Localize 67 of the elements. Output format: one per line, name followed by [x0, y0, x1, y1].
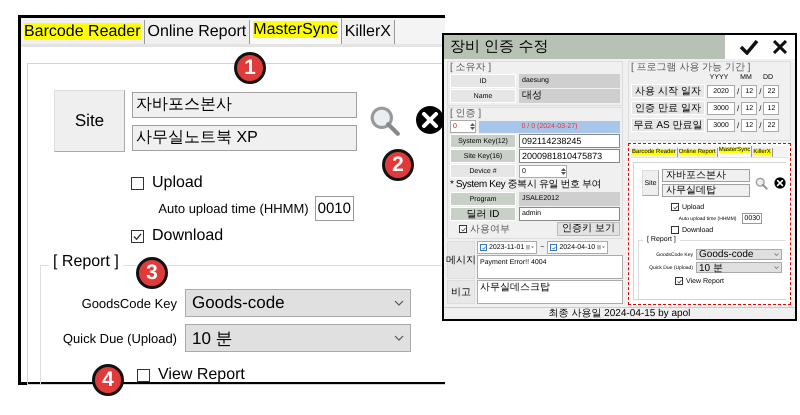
in-use-label: 사용여부 [470, 224, 510, 234]
goodscode-key-dropdown[interactable]: Goods-code [696, 249, 782, 260]
checkbox[interactable] [675, 277, 683, 285]
tab[interactable]: Barcode Reader [21, 20, 145, 44]
chevron-icon [774, 253, 779, 256]
date-checkbox[interactable] [550, 244, 558, 251]
goodscode-key-dropdown[interactable]: Goods-code [185, 289, 411, 317]
date-separator: / [737, 104, 740, 112]
callout-badge: 4 [92, 364, 124, 396]
tab[interactable]: MasterSync [250, 18, 342, 44]
tab[interactable]: KillerX [342, 20, 395, 44]
period-section-title: [ 프로그램 사용 가능 기간 ] [631, 62, 752, 73]
download-label: Download [152, 227, 224, 245]
calendar-dropdown-icon[interactable] [526, 245, 534, 250]
checkbox[interactable] [137, 368, 150, 382]
clear-icon[interactable] [415, 105, 445, 135]
site-name-field[interactable]: 자바포스본사 [132, 92, 357, 118]
date-separator: / [759, 104, 762, 112]
checkbox[interactable] [459, 225, 467, 233]
view-report-label: View Report [158, 366, 245, 384]
site-name-field[interactable]: 자바포스본사 [662, 169, 750, 182]
quick-due-dropdown[interactable]: 10 분 [185, 324, 411, 352]
chevron-icon [394, 335, 404, 341]
checkbox[interactable] [671, 226, 679, 234]
device-name-field[interactable]: 사무실데탑 [662, 184, 750, 197]
search-icon[interactable] [369, 105, 401, 137]
date-checkbox[interactable] [480, 244, 487, 251]
last-used-footer: 최종 사용일 2024-04-15 by apol [444, 307, 795, 319]
key-field[interactable]: 2000981810475873 [519, 149, 620, 163]
period-label: 무료 AS 만료일 [631, 118, 705, 132]
upload-label: Upload [152, 174, 203, 192]
chevron-icon [774, 266, 779, 269]
field-label: 딜러 ID [450, 207, 516, 221]
dialog-title: 장비 인증 수정 [449, 37, 550, 57]
owner-section-title: [ 소유자 ] [450, 62, 492, 73]
checkbox[interactable] [671, 203, 679, 211]
auto-upload-label: Auto upload time (HHMM) [158, 201, 309, 216]
date-separator: / [737, 86, 740, 96]
checkbox[interactable] [131, 230, 144, 242]
tab[interactable]: Online Report [144, 20, 250, 44]
system-key-note: * System Key 중복시 유일 번호 부여 [450, 179, 602, 191]
goodscode-key-label: GoodsCode Key [80, 296, 177, 310]
date-separator: / [737, 120, 740, 130]
quick-due-label: Quick Due (Upload) [62, 330, 177, 346]
device-name-field[interactable]: 사무실노트북 XP [132, 124, 357, 150]
key-field[interactable]: 092114238245 [519, 134, 620, 148]
message-label: 메시지 [447, 241, 475, 279]
report-group-title: [ Report ] [49, 253, 123, 271]
calendar-dropdown-icon[interactable] [597, 245, 606, 250]
period-label: 인증 만료 일자 [631, 101, 705, 115]
date-separator: / [759, 120, 762, 130]
checkbox[interactable] [131, 176, 144, 190]
quick-due-dropdown[interactable]: 10 분 [696, 262, 782, 273]
remark-field[interactable]: 사무실데스크탑 [477, 280, 623, 304]
auth-section-title: [ 인증 ] [450, 108, 482, 119]
owner-field[interactable]: 대성 [519, 89, 620, 103]
check-icon[interactable] [739, 39, 759, 55]
clear-icon[interactable] [774, 176, 786, 188]
site-button[interactable]: Site [54, 90, 125, 152]
remark-label: 비고 [447, 280, 475, 304]
period-label: 사용 시작 일자 [631, 84, 705, 98]
search-icon[interactable] [755, 176, 768, 190]
auto-upload-time-field[interactable]: 0010 [314, 196, 354, 221]
chevron-icon [394, 300, 404, 306]
close-icon[interactable] [773, 40, 787, 54]
view-key-button[interactable]: 인증키 보기 [557, 222, 620, 236]
date-separator: / [759, 86, 762, 96]
